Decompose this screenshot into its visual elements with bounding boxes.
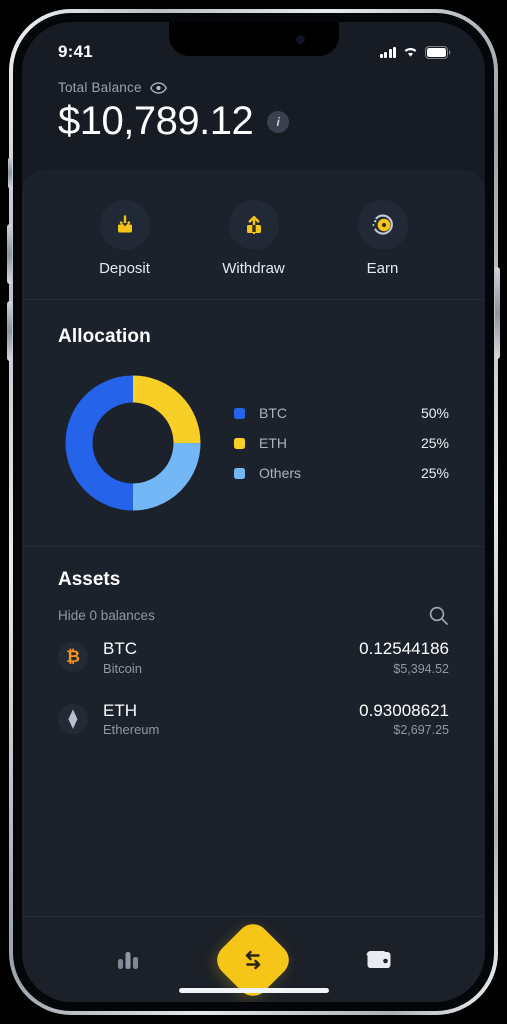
- bitcoin-icon: ₿: [58, 642, 88, 673]
- content-sheet: Deposit Withdraw Earn Allocation BTC 50%…: [22, 170, 485, 1002]
- legend-row-others: Others 25%: [234, 465, 449, 481]
- asset-fiat-value: $5,394.52: [393, 661, 449, 676]
- info-icon[interactable]: i: [267, 110, 290, 133]
- phone-screen: 9:41 Total Balance $10,789.12 i Deposit …: [22, 22, 485, 1002]
- battery-icon: [425, 45, 451, 59]
- legend-row-eth: ETH 25%: [234, 435, 449, 451]
- deposit-button[interactable]: Deposit: [82, 200, 168, 277]
- assets-section: Assets Hide 0 balances ₿ BTC Bitcoin 0.1254…: [22, 547, 485, 916]
- bar-chart-icon: [118, 951, 139, 969]
- balance-value-row: $10,789.12 i: [58, 99, 449, 144]
- ethereum-icon: ⧫: [58, 703, 88, 734]
- allocation-section: Allocation BTC 50% ETH 25% Others 25%: [22, 300, 485, 547]
- asset-name: Bitcoin: [103, 660, 143, 676]
- asset-names: ETH Ethereum: [103, 701, 159, 738]
- cellular-bars-icon: [379, 46, 396, 58]
- legend-value-others: 25%: [420, 465, 449, 481]
- hide-balances-toggle[interactable]: Hide 0 balances: [58, 608, 155, 623]
- asset-fiat-value: $2,697.25: [393, 723, 449, 738]
- earn-label: Earn: [366, 260, 399, 277]
- notch: [168, 22, 339, 56]
- asset-values: 0.93008621 $2,697.25: [359, 701, 449, 738]
- quick-actions-row: Deposit Withdraw Earn: [22, 170, 485, 300]
- assets-subheader: Hide 0 balances: [58, 605, 449, 626]
- total-balance-value: $10,789.12: [58, 99, 254, 143]
- allocation-legend: BTC 50% ETH 25% Others 25%: [230, 405, 449, 481]
- phone-inner-bezel: 9:41 Total Balance $10,789.12 i Deposit …: [7, 13, 500, 1011]
- silence-switch[interactable]: [8, 157, 12, 189]
- asset-names: BTC Bitcoin: [103, 639, 142, 676]
- legend-value-eth: 25%: [420, 435, 449, 451]
- status-indicators: [379, 45, 452, 59]
- allocation-body: BTC 50% ETH 25% Others 25%: [58, 368, 449, 518]
- balance-label: Total Balance: [58, 80, 142, 95]
- volume-up-button[interactable]: [7, 224, 12, 284]
- status-time: 9:41: [58, 42, 93, 61]
- withdraw-arrow-up-icon: [228, 200, 279, 250]
- deposit-label: Deposit: [99, 260, 150, 277]
- asset-row[interactable]: ₿ BTC Bitcoin 0.12544186 $5,394.52: [58, 626, 449, 688]
- asset-amount: 0.93008621: [359, 700, 449, 720]
- asset-row[interactable]: ⧫ ETH Ethereum 0.93008621 $2,697.25: [58, 688, 449, 750]
- asset-values: 0.12544186 $5,394.52: [359, 639, 449, 676]
- wallet-tab[interactable]: [350, 936, 408, 984]
- legend-label-eth: ETH: [259, 435, 287, 451]
- bottom-navigation: [22, 916, 485, 1002]
- legend-value-btc: 50%: [420, 405, 449, 421]
- wifi-icon: [404, 48, 417, 57]
- wallet-app: Total Balance $10,789.12 i Deposit Withd…: [22, 22, 485, 1002]
- allocation-title: Allocation: [58, 326, 151, 347]
- swap-arrows-icon: [246, 950, 261, 969]
- legend-swatch-others: [234, 467, 245, 479]
- phone-frame: 9:41 Total Balance $10,789.12 i Deposit …: [7, 9, 500, 1015]
- allocation-donut-chart: [58, 368, 208, 518]
- donut-svg: [65, 375, 201, 511]
- markets-tab[interactable]: [99, 936, 157, 984]
- power-button[interactable]: [495, 267, 500, 359]
- wallet-icon: [366, 950, 391, 968]
- withdraw-button[interactable]: Withdraw: [211, 200, 297, 277]
- asset-name: Ethereum: [103, 722, 160, 738]
- asset-list: ₿ BTC Bitcoin 0.12544186 $5,394.52 ⧫ ETH Ethere…: [58, 626, 449, 749]
- legend-row-btc: BTC 50%: [234, 405, 449, 421]
- legend-label-btc: BTC: [259, 405, 287, 421]
- earn-coin-icon: [357, 200, 408, 250]
- volume-down-button[interactable]: [7, 301, 12, 361]
- assets-title: Assets: [58, 569, 121, 590]
- withdraw-label: Withdraw: [222, 260, 285, 277]
- balance-label-row[interactable]: Total Balance: [58, 80, 449, 95]
- deposit-arrow-down-icon: [99, 200, 150, 250]
- legend-label-others: Others: [259, 465, 302, 481]
- search-icon[interactable]: [428, 605, 449, 626]
- asset-amount: 0.12544186: [359, 639, 449, 658]
- asset-symbol: BTC: [103, 639, 137, 658]
- legend-swatch-eth: [234, 437, 245, 449]
- eye-visible-icon[interactable]: [149, 81, 167, 94]
- home-indicator: [178, 988, 329, 993]
- front-camera-icon: [295, 35, 305, 44]
- earn-button[interactable]: Earn: [340, 200, 426, 277]
- asset-symbol: ETH: [103, 700, 137, 720]
- legend-swatch-btc: [234, 407, 245, 419]
